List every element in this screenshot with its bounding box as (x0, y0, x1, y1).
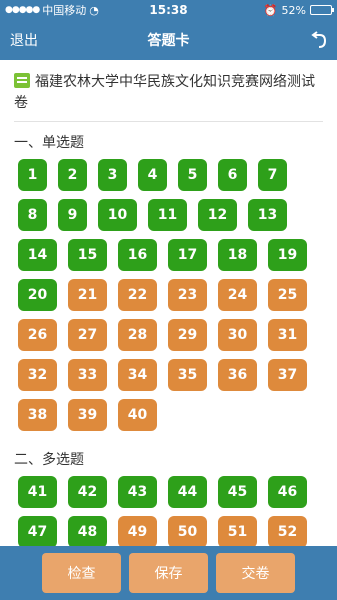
paper-title: 福建农林大学中华民族文化知识竞赛网络测试卷 (14, 74, 315, 111)
refresh-icon[interactable] (311, 31, 327, 49)
question-button[interactable]: 15 (68, 239, 107, 271)
exit-button[interactable]: 退出 (10, 30, 38, 50)
paper-title-row: 福建农林大学中华民族文化知识竞赛网络测试卷 (14, 72, 323, 114)
question-button[interactable]: 35 (168, 359, 207, 391)
question-button[interactable]: 29 (168, 319, 207, 351)
carrier-label: 中国移动 (42, 4, 87, 17)
question-button[interactable]: 31 (268, 319, 307, 351)
question-button[interactable]: 46 (268, 476, 307, 508)
question-button[interactable]: 41 (18, 476, 57, 508)
section-title-multiple-choice: 二、多选题 (14, 452, 84, 468)
question-button[interactable]: 1 (18, 159, 47, 191)
question-button[interactable]: 5 (178, 159, 207, 191)
question-button[interactable]: 52 (268, 516, 307, 546)
question-button[interactable]: 39 (68, 399, 107, 431)
question-button[interactable]: 25 (268, 279, 307, 311)
question-button[interactable]: 50 (168, 516, 207, 546)
question-button[interactable]: 21 (68, 279, 107, 311)
question-button[interactable]: 17 (168, 239, 207, 271)
question-grid-single-choice: 1 2 3 4 5 6 7 8 9 10 11 12 13 14 15 16 17 18 19 20 21 22 23 24 2… (14, 159, 323, 439)
question-button[interactable]: 49 (118, 516, 157, 546)
question-button[interactable]: 33 (68, 359, 107, 391)
question-button[interactable]: 19 (268, 239, 307, 271)
question-button[interactable]: 9 (58, 199, 87, 231)
question-button[interactable]: 13 (248, 199, 287, 231)
question-button[interactable]: 36 (218, 359, 257, 391)
question-button[interactable]: 32 (18, 359, 57, 391)
question-button[interactable]: 4 (138, 159, 167, 191)
question-button[interactable]: 14 (18, 239, 57, 271)
divider (14, 121, 323, 122)
check-button[interactable]: 检查 (42, 553, 121, 593)
question-button[interactable]: 48 (68, 516, 107, 546)
question-button[interactable]: 40 (118, 399, 157, 431)
question-button[interactable]: 47 (18, 516, 57, 546)
question-button[interactable]: 2 (58, 159, 87, 191)
question-button[interactable]: 45 (218, 476, 257, 508)
question-button[interactable]: 6 (218, 159, 247, 191)
wifi-icon: ◔ (89, 3, 99, 17)
status-bar: ●●●●● 中国移动 ◔ 15:38 ⏰ 52% (0, 0, 337, 20)
question-button[interactable]: 12 (198, 199, 237, 231)
question-button[interactable]: 43 (118, 476, 157, 508)
signal-icon: ●●●●● (5, 5, 40, 15)
question-button[interactable]: 20 (18, 279, 57, 311)
status-time: 15:38 (149, 3, 188, 17)
bottom-bar: 检查 保存 交卷 (0, 546, 337, 600)
answer-sheet: 福建农林大学中华民族文化知识竞赛网络测试卷 一、单选题 1 2 3 4 5 6 7 8 9 10 1… (0, 60, 337, 546)
question-button[interactable]: 3 (98, 159, 127, 191)
question-button[interactable]: 42 (68, 476, 107, 508)
nav-bar: 退出 答题卡 (0, 20, 337, 60)
question-button[interactable]: 30 (218, 319, 257, 351)
question-button[interactable]: 10 (98, 199, 137, 231)
question-button[interactable]: 27 (68, 319, 107, 351)
question-button[interactable]: 51 (218, 516, 257, 546)
question-button[interactable]: 23 (168, 279, 207, 311)
paper-icon (14, 73, 30, 88)
question-grid-multiple-choice: 41 42 43 44 45 46 47 48 49 50 51 52 (14, 476, 323, 546)
question-button[interactable]: 22 (118, 279, 157, 311)
question-button[interactable]: 18 (218, 239, 257, 271)
question-button[interactable]: 11 (148, 199, 187, 231)
save-button[interactable]: 保存 (129, 553, 208, 593)
alarm-icon: ⏰ (263, 3, 278, 17)
question-button[interactable]: 34 (118, 359, 157, 391)
battery-icon (310, 5, 334, 15)
question-button[interactable]: 26 (18, 319, 57, 351)
question-button[interactable]: 37 (268, 359, 307, 391)
submit-button[interactable]: 交卷 (216, 553, 295, 593)
section-title-single-choice: 一、单选题 (14, 135, 84, 151)
question-button[interactable]: 44 (168, 476, 207, 508)
question-button[interactable]: 38 (18, 399, 57, 431)
battery-percent: 52% (281, 3, 306, 17)
question-button[interactable]: 24 (218, 279, 257, 311)
question-button[interactable]: 16 (118, 239, 157, 271)
question-button[interactable]: 7 (258, 159, 287, 191)
question-button[interactable]: 8 (18, 199, 47, 231)
page-title: 答题卡 (147, 33, 190, 49)
question-button[interactable]: 28 (118, 319, 157, 351)
